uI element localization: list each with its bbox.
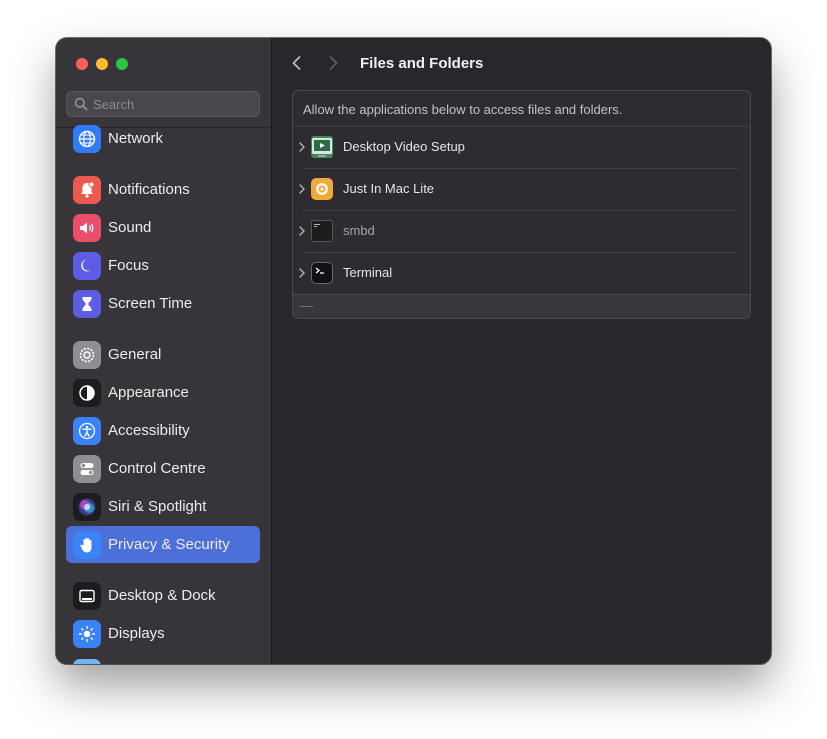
sidebar-item-label: Screen Time	[108, 295, 193, 312]
sidebar-item-displays[interactable]: Displays	[66, 616, 260, 652]
sidebar-item-desktop-dock[interactable]: Desktop & Dock	[66, 578, 260, 614]
hourglass-icon	[73, 290, 101, 318]
app-row-desktop-video-setup[interactable]: Desktop Video Setup	[293, 126, 750, 168]
app-label: Just In Mac Lite	[343, 181, 435, 196]
sidebar-item-network[interactable]: Network	[66, 121, 260, 157]
sidebar-item-privacy-security[interactable]: Privacy & Security	[66, 526, 260, 563]
sidebar-item-notifications[interactable]: Notifications	[66, 172, 260, 208]
sun-icon	[73, 620, 101, 648]
sidebar-item-label: Network	[108, 130, 164, 147]
sidebar-item-label: Privacy & Security	[108, 536, 230, 553]
accessibility-icon	[73, 417, 101, 445]
sidebar-item-siri-spotlight[interactable]: Siri & Spotlight	[66, 489, 260, 525]
app-label: Terminal	[343, 265, 393, 280]
sidebar-item-sound[interactable]: Sound	[66, 210, 260, 246]
sidebar-item-screen-time[interactable]: Screen Time	[66, 286, 260, 322]
traffic-lights	[76, 58, 128, 70]
back-chevron-icon[interactable]	[290, 54, 304, 72]
sidebar-item-label: Accessibility	[108, 422, 190, 439]
video-setup-icon	[311, 136, 333, 158]
sidebar-item-appearance[interactable]: Appearance	[66, 375, 260, 411]
just-in-mac-icon	[311, 178, 333, 200]
close-button[interactable]	[76, 58, 88, 70]
sidebar-item-label: Desktop & Dock	[108, 587, 216, 604]
sidebar-item-partial[interactable]	[66, 655, 260, 664]
sidebar-item-focus[interactable]: Focus	[66, 248, 260, 284]
app-row-smbd[interactable]: smbd	[293, 210, 750, 252]
zoom-button[interactable]	[116, 58, 128, 70]
search-input[interactable]: Search	[66, 91, 260, 117]
row-divider	[303, 252, 740, 253]
sidebar: Search Network Notifications Sound Focus…	[56, 38, 272, 664]
speaker-icon	[73, 214, 101, 242]
page-title: Files and Folders	[360, 55, 484, 72]
apps-panel: Allow the applications below to access f…	[292, 90, 751, 319]
app-row-just-in-mac-lite[interactable]: Just In Mac Lite	[293, 168, 750, 210]
sidebar-item-control-centre[interactable]: Control Centre	[66, 451, 260, 487]
bell-icon	[73, 176, 101, 204]
sidebar-item-label: Control Centre	[108, 460, 206, 477]
row-divider	[303, 168, 740, 169]
panel-description: Allow the applications below to access f…	[303, 102, 623, 117]
panel-footer: —	[293, 294, 750, 318]
sidebar-item-label: General	[108, 346, 162, 363]
appearance-icon	[73, 379, 101, 407]
chevron-right-icon[interactable]	[298, 183, 306, 195]
settings-window: Search Network Notifications Sound Focus…	[56, 38, 771, 664]
sidebar-item-accessibility[interactable]: Accessibility	[66, 413, 260, 449]
search-placeholder: Search	[93, 97, 135, 112]
sidebar-item-label: Displays	[108, 625, 165, 642]
sidebar-item-label: Siri & Spotlight	[108, 498, 207, 515]
remove-button[interactable]: —	[300, 298, 313, 313]
terminal-icon	[311, 262, 333, 284]
dock-icon	[73, 582, 101, 610]
gear-icon	[73, 341, 101, 369]
minimize-button[interactable]	[96, 58, 108, 70]
main-content: Files and Folders Allow the applications…	[272, 38, 771, 664]
hand-icon	[73, 531, 101, 559]
forward-chevron-icon[interactable]	[326, 54, 340, 72]
sidebar-item-label: Focus	[108, 257, 149, 274]
smbd-icon	[311, 220, 333, 242]
sidebar-item-label: Sound	[108, 219, 152, 236]
row-divider	[293, 126, 750, 127]
search-icon	[74, 97, 88, 111]
sidebar-item-general[interactable]: General	[66, 337, 260, 373]
row-divider	[303, 210, 740, 211]
siri-icon	[73, 493, 101, 521]
app-label: smbd	[343, 223, 375, 238]
moon-icon	[73, 252, 101, 280]
chevron-right-icon[interactable]	[298, 141, 306, 153]
sidebar-item-label: Appearance	[108, 384, 189, 401]
sidebar-item-label: Notifications	[108, 181, 190, 198]
globe-icon	[73, 125, 101, 153]
app-label: Desktop Video Setup	[343, 139, 465, 154]
wallpaper-icon	[73, 659, 101, 664]
chevron-right-icon[interactable]	[298, 267, 306, 279]
toggles-icon	[73, 455, 101, 483]
chevron-right-icon[interactable]	[298, 225, 306, 237]
app-row-terminal[interactable]: Terminal	[293, 252, 750, 294]
